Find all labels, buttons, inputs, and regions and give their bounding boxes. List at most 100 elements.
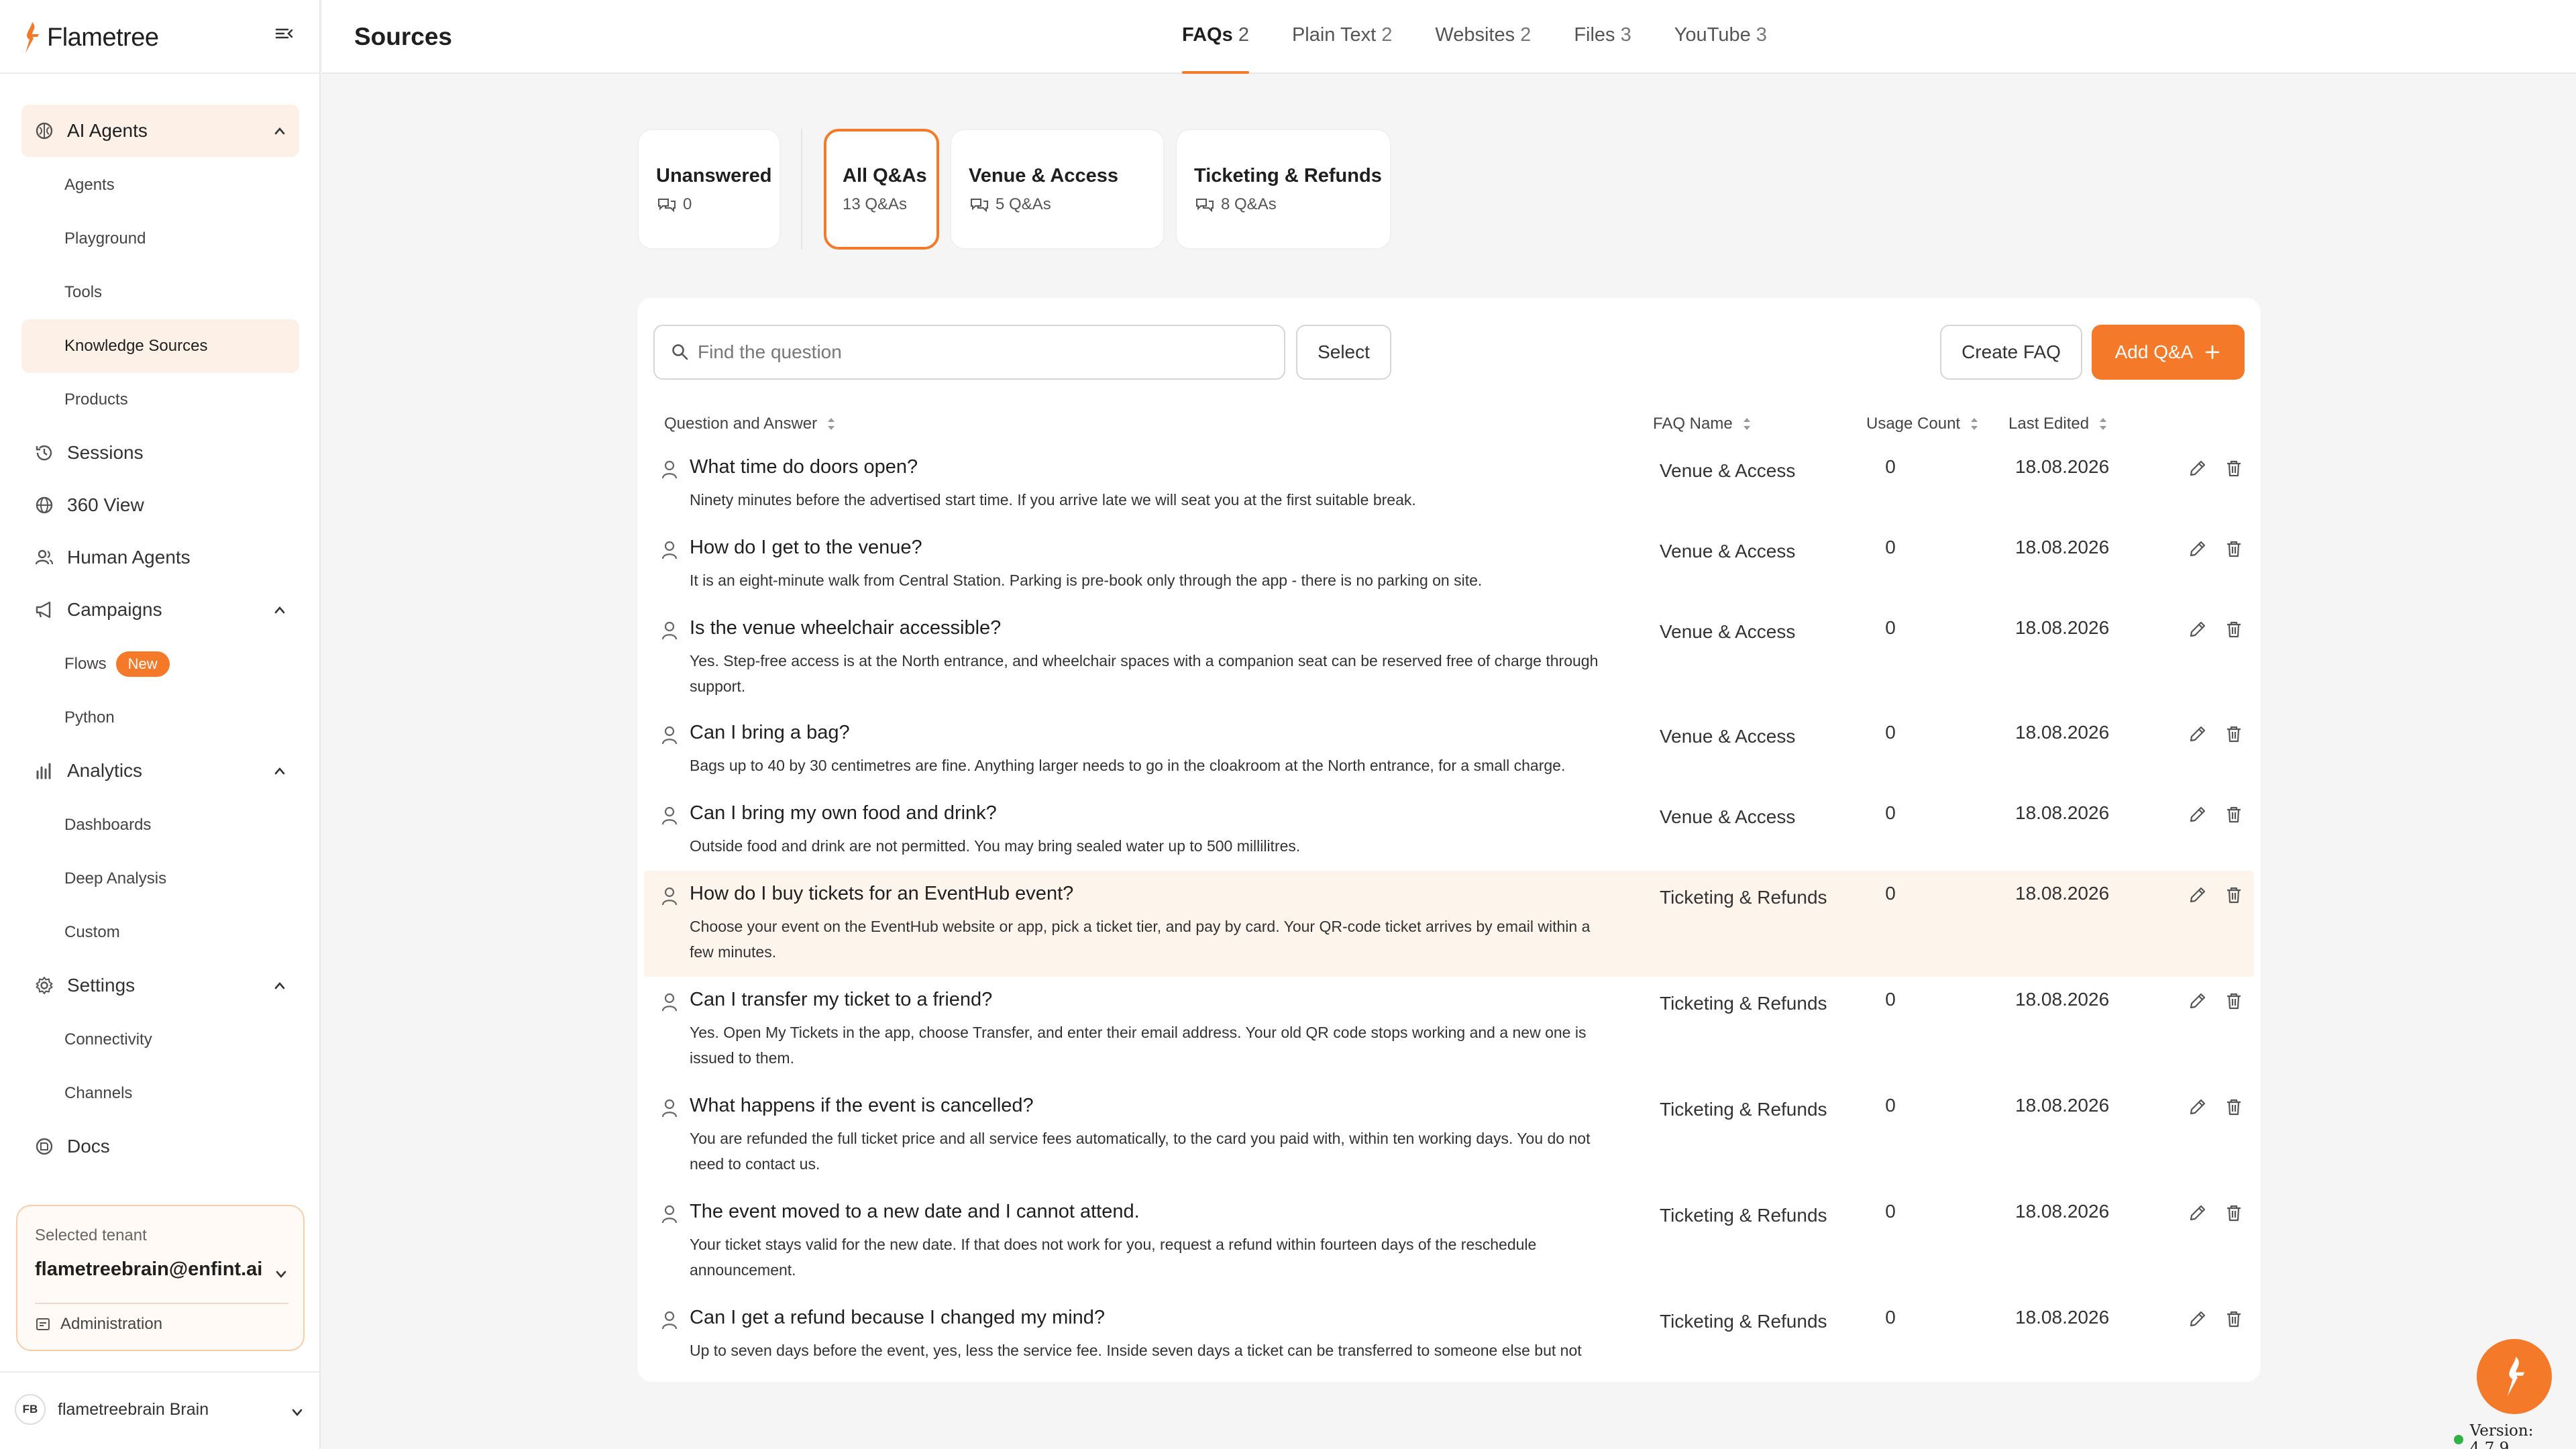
administration-link[interactable]: Administration — [35, 1315, 162, 1334]
group-card-unanswered[interactable]: Unanswered 0 — [637, 129, 781, 250]
delete-button[interactable] — [2220, 616, 2247, 643]
column-header-label: Last Edited — [2008, 415, 2090, 433]
group-card-count: 5 Q&As — [996, 195, 1051, 213]
edit-button[interactable] — [2184, 720, 2211, 747]
tab-plain-text[interactable]: Plain Text 2 — [1271, 0, 1413, 74]
delete-button[interactable] — [2220, 801, 2247, 828]
pencil-icon — [2190, 541, 2206, 557]
edit-button[interactable] — [2184, 801, 2211, 828]
tab-files[interactable]: Files 3 — [1552, 0, 1652, 74]
table-row[interactable]: Can I bring my own food and drink? Outsi… — [644, 790, 2254, 871]
brain-selector[interactable]: FB flametreebrain Brain — [15, 1394, 209, 1425]
table-row[interactable]: Can I transfer my ticket to a friend? Ye… — [644, 977, 2254, 1083]
edit-button[interactable] — [2184, 1093, 2211, 1120]
delete-button[interactable] — [2220, 1093, 2247, 1120]
delete-button[interactable] — [2220, 720, 2247, 747]
table-row[interactable]: What happens if the event is cancelled? … — [644, 1083, 2254, 1189]
tab-label: Files — [1574, 24, 1615, 46]
group-card-all[interactable]: All Q&As 13 Q&As — [824, 129, 939, 250]
group-card-ticketing-refunds[interactable]: Ticketing & Refunds 8 Q&As — [1175, 129, 1391, 250]
user-icon — [661, 460, 678, 479]
brand-logo[interactable]: Flametree — [19, 19, 159, 56]
sidebar: Flametree AI Agents Agents Playground To… — [0, 0, 321, 1449]
edit-button[interactable] — [2184, 616, 2211, 643]
column-header-qa[interactable]: Question and Answer — [664, 415, 836, 433]
group-card-title: Ticketing & Refunds — [1194, 165, 1382, 186]
group-card-venue-access[interactable]: Venue & Access 5 Q&As — [950, 129, 1165, 250]
sidebar-item-dashboards[interactable]: Dashboards — [21, 798, 299, 852]
nav-settings[interactable]: Settings — [21, 959, 299, 1012]
table-row[interactable]: Is the venue wheelchair accessible? Yes.… — [644, 605, 2254, 710]
sidebar-item-flows[interactable]: Flows New — [21, 637, 299, 691]
collapse-sidebar-button[interactable] — [271, 20, 298, 47]
tenant-selector[interactable]: Selected tenant flametreebrain@enfint.ai… — [16, 1205, 305, 1351]
delete-button[interactable] — [2220, 881, 2247, 908]
table-row[interactable]: How do I get to the venue? It is an eigh… — [644, 525, 2254, 605]
search-box[interactable] — [653, 325, 1285, 380]
column-header-faq[interactable]: FAQ Name — [1653, 415, 1752, 433]
edit-button[interactable] — [2184, 987, 2211, 1014]
nav-analytics[interactable]: Analytics — [21, 745, 299, 797]
answer-text: Your ticket stays valid for the new date… — [690, 1236, 1537, 1279]
table-row[interactable]: What time do doors open? Ninety minutes … — [644, 444, 2254, 525]
chevron-down-icon[interactable] — [271, 1264, 291, 1284]
table-row[interactable]: Can I bring a bag? Bags up to 40 by 30 c… — [644, 710, 2254, 790]
table-row[interactable]: How do I buy tickets for an EventHub eve… — [644, 871, 2254, 977]
sidebar-item-playground[interactable]: Playground — [21, 212, 299, 266]
faq-name: Ticketing & Refunds — [1660, 1311, 1827, 1332]
create-faq-button[interactable]: Create FAQ — [1940, 325, 2082, 380]
chat-assistant-button[interactable] — [2477, 1339, 2552, 1414]
tab-faqs[interactable]: FAQs 2 — [1161, 0, 1271, 74]
column-header-usage[interactable]: Usage Count — [1866, 415, 1979, 433]
sidebar-item-products[interactable]: Products — [21, 373, 299, 427]
delete-button[interactable] — [2220, 535, 2247, 562]
question-text: Can I bring a bag? — [690, 722, 850, 743]
sidebar-item-agents[interactable]: Agents — [21, 158, 299, 212]
question-text: What happens if the event is cancelled? — [690, 1095, 1034, 1116]
nav-human-agents[interactable]: Human Agents — [21, 531, 299, 584]
nav-ai-agents[interactable]: AI Agents — [21, 105, 299, 157]
edit-button[interactable] — [2184, 1305, 2211, 1332]
sidebar-item-connectivity[interactable]: Connectivity — [21, 1013, 299, 1067]
tab-youtube[interactable]: YouTube 3 — [1653, 0, 1788, 74]
question-text: The event moved to a new date and I cann… — [690, 1201, 1140, 1222]
last-edited: 18.08.2026 — [2015, 537, 2110, 557]
nav-360-view[interactable]: 360 View — [21, 479, 299, 531]
edit-button[interactable] — [2184, 535, 2211, 562]
nav-campaigns-label: Campaigns — [67, 599, 162, 620]
faq-name: Venue & Access — [1660, 726, 1796, 747]
nav-docs[interactable]: Docs — [21, 1120, 299, 1173]
usage-count: 0 — [1885, 1307, 1896, 1328]
sidebar-item-deep-analysis[interactable]: Deep Analysis — [21, 852, 299, 906]
edit-button[interactable] — [2184, 1199, 2211, 1226]
group-card-count: 8 Q&As — [1221, 195, 1277, 213]
table-row[interactable]: The event moved to a new date and I cann… — [644, 1189, 2254, 1295]
sidebar-item-custom[interactable]: Custom — [21, 906, 299, 959]
sidebar-item-tools[interactable]: Tools — [21, 266, 299, 319]
nav-campaigns[interactable]: Campaigns — [21, 584, 299, 636]
delete-button[interactable] — [2220, 1305, 2247, 1332]
add-qa-button[interactable]: Add Q&A — [2092, 325, 2245, 380]
usage-count: 0 — [1885, 1095, 1896, 1116]
sidebar-item-knowledge-sources[interactable]: Knowledge Sources — [21, 319, 299, 373]
delete-button[interactable] — [2220, 987, 2247, 1014]
select-button[interactable]: Select — [1296, 325, 1391, 380]
user-icon — [661, 541, 678, 559]
delete-button[interactable] — [2220, 455, 2247, 482]
delete-button[interactable] — [2220, 1199, 2247, 1226]
sidebar-item-channels[interactable]: Channels — [21, 1067, 299, 1120]
edit-button[interactable] — [2184, 455, 2211, 482]
table-row[interactable]: Can I get a refund because I changed my … — [644, 1295, 2254, 1382]
usage-count: 0 — [1885, 1201, 1896, 1222]
chevron-down-icon[interactable] — [287, 1402, 307, 1422]
tab-websites[interactable]: Websites 2 — [1413, 0, 1552, 74]
sidebar-item-python[interactable]: Python — [21, 691, 299, 745]
last-edited: 18.08.2026 — [2015, 1307, 2110, 1328]
edit-button[interactable] — [2184, 881, 2211, 908]
column-header-label: Question and Answer — [664, 415, 818, 433]
nav-sessions[interactable]: Sessions — [21, 427, 299, 479]
column-header-edited[interactable]: Last Edited — [2008, 415, 2108, 433]
search-input[interactable] — [698, 341, 1275, 363]
user-icon — [661, 887, 678, 906]
sidebar-item-flows-label: Flows — [64, 655, 107, 673]
